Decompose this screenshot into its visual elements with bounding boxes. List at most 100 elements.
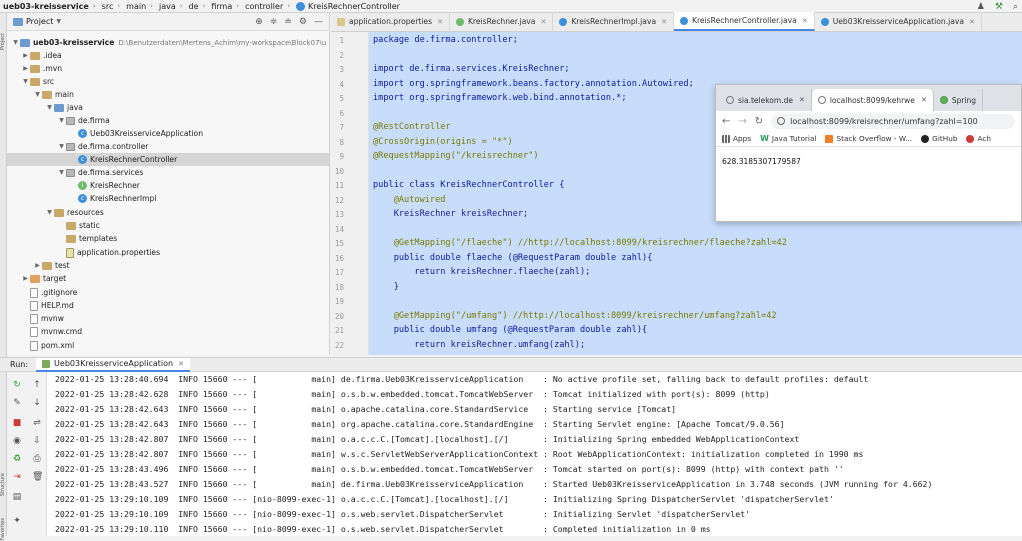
tree-item[interactable]: c KreisRechnerImpl <box>69 192 156 205</box>
breadcrumb-item[interactable]: de › <box>186 0 209 13</box>
code-line[interactable]: import org.springframework.web.bind.anno… <box>373 93 627 103</box>
code-line[interactable]: @GetMapping("/umfang") //http://localhos… <box>373 311 777 321</box>
tree-item[interactable]: ▼ java <box>45 101 83 114</box>
close-icon[interactable]: ✕ <box>799 96 805 104</box>
tree-item[interactable]: ▼ resources <box>45 206 104 219</box>
close-icon[interactable]: ✕ <box>802 17 808 25</box>
tree-item[interactable]: .gitignore <box>21 286 77 299</box>
project-panel-title[interactable]: Project <box>26 17 53 26</box>
browser-tab-active[interactable]: localhost:8099/kehrwe ✕ <box>811 89 934 111</box>
tree-item[interactable]: ▶ .mvn <box>21 62 62 75</box>
tree-item[interactable]: ▶ .idea <box>21 49 61 62</box>
code-line[interactable]: @GetMapping("/flaeche") //http://localho… <box>373 238 787 248</box>
chevron-down-icon[interactable]: ▼ <box>33 91 42 98</box>
tree-item[interactable]: ▼ src <box>21 75 54 88</box>
breadcrumb-item[interactable]: controller › <box>242 0 293 13</box>
tree-item[interactable]: ▼ de.firma <box>57 114 110 127</box>
structure-tool-label[interactable]: Structure <box>0 473 7 496</box>
address-bar[interactable]: localhost:8099/kreisrechner/umfang?zahl=… <box>771 113 1015 129</box>
rerun-icon[interactable]: ↻ <box>12 380 22 390</box>
chevron-right-icon[interactable]: ▶ <box>33 262 42 269</box>
tab-kreisrechnerimpl[interactable]: KreisRechnerImpl.java ✕ <box>553 12 674 31</box>
tab-application-properties[interactable]: application.properties ✕ <box>331 12 450 31</box>
code-line[interactable]: import de.firma.services.KreisRechner; <box>373 64 570 74</box>
close-icon[interactable]: ✕ <box>437 18 443 26</box>
tree-item[interactable]: i KreisRechner <box>69 179 140 192</box>
arrow-up-icon[interactable]: ↑ <box>32 380 42 390</box>
camera-icon[interactable]: ◉ <box>12 436 22 446</box>
project-tool-label[interactable]: Project <box>0 33 7 50</box>
tree-item[interactable]: ▶ test <box>33 259 69 272</box>
tab-kreisrechner[interactable]: KreisRechner.java ✕ <box>450 12 554 31</box>
locate-icon[interactable]: ⊕ <box>255 17 263 27</box>
code-line[interactable]: @Autowired <box>373 195 446 205</box>
code-line[interactable]: @RequestMapping("/kreisrechner") <box>373 151 539 161</box>
expand-icon[interactable]: ≑ <box>270 17 278 27</box>
browser-tab[interactable]: sia.telekom.de ✕ <box>720 89 812 111</box>
close-icon[interactable]: ✕ <box>969 18 975 26</box>
gear-icon[interactable]: ⚙ <box>299 17 307 27</box>
minimize-icon[interactable]: — <box>314 17 323 27</box>
code-line[interactable]: public class KreisRechnerController { <box>373 180 564 190</box>
build-hammer-icon[interactable]: ⚒ <box>995 2 1003 12</box>
back-icon[interactable]: ← <box>722 116 730 127</box>
bookmark-apps[interactable]: Apps <box>722 134 751 143</box>
chevron-down-icon[interactable]: ▼ <box>56 18 61 25</box>
tree-item[interactable]: application.properties <box>57 246 160 259</box>
breadcrumb-item[interactable]: main › <box>123 0 156 13</box>
favorites-tool-label[interactable]: Favorites <box>0 518 7 541</box>
trash-icon[interactable]: 🗑 <box>32 472 43 482</box>
chevron-right-icon[interactable]: ▶ <box>21 275 30 282</box>
close-icon[interactable]: ✕ <box>661 18 667 26</box>
breadcrumb-item[interactable]: src › <box>99 0 124 13</box>
address-text[interactable]: localhost:8099/kreisrechner/umfang?zahl=… <box>790 117 978 126</box>
chevron-right-icon[interactable]: ▶ <box>21 65 30 72</box>
tree-item[interactable]: mvnw.cmd <box>21 325 82 338</box>
pin-icon[interactable]: ✦ <box>12 516 22 526</box>
close-icon[interactable]: ✕ <box>540 18 546 26</box>
tree-item[interactable]: HELP.md <box>21 299 74 312</box>
tab-ueb03application[interactable]: Ueb03KreisserviceApplication.java ✕ <box>815 12 982 31</box>
chevron-down-icon[interactable]: ▼ <box>21 78 30 85</box>
code-line[interactable]: } <box>373 282 399 292</box>
code-line[interactable]: @RestController <box>373 122 451 132</box>
chevron-down-icon[interactable]: ▼ <box>11 39 20 46</box>
bookmark-ach[interactable]: Ach <box>966 134 991 143</box>
tree-item[interactable]: templates <box>57 232 117 245</box>
code-line[interactable]: public double umfang (@RequestParam doub… <box>373 325 648 335</box>
bookmark-stack-overflow[interactable]: Stack Overflow - W... <box>825 134 912 143</box>
chevron-down-icon[interactable]: ▼ <box>57 143 66 150</box>
breadcrumb-item[interactable]: ueb03-kreisservice › <box>0 0 99 13</box>
tree-item[interactable]: c Ueb03KreisserviceApplication <box>69 127 203 140</box>
layout-icon[interactable]: ▤ <box>12 492 22 502</box>
tab-kreisrechnercontroller[interactable]: KreisRechnerController.java ✕ <box>673 12 815 31</box>
code-line[interactable]: import org.springframework.beans.factory… <box>373 79 694 89</box>
breadcrumb-item[interactable]: java › <box>156 0 186 13</box>
browser-tab[interactable]: Spring <box>934 89 984 111</box>
soft-wrap-icon[interactable]: ⇌ <box>32 418 42 428</box>
breadcrumb-item[interactable]: KreisRechnerController <box>293 0 403 13</box>
breadcrumb-item[interactable]: firma › <box>208 0 242 13</box>
tree-item-root[interactable]: ▼ ueb03-kreisservice D:\Benutzerdaten\Me… <box>11 36 326 49</box>
scroll-to-end-icon[interactable]: ⇩ <box>32 436 42 446</box>
tree-item[interactable]: ▶ target <box>21 272 66 285</box>
code-line[interactable]: return kreisRechner.flaeche(zahl); <box>373 267 590 277</box>
code-line[interactable]: package de.firma.controller; <box>373 35 518 45</box>
run-tab[interactable]: Ueb03KreisserviceApplication ✕ <box>36 357 190 372</box>
tree-item[interactable]: pom.xml <box>21 339 74 352</box>
tree-item[interactable]: ▼ de.firma.services <box>57 166 143 179</box>
chevron-down-icon[interactable]: ▼ <box>57 117 66 124</box>
tree-item[interactable]: static <box>57 219 100 232</box>
exit-icon[interactable]: ⇥ <box>12 472 22 482</box>
user-icon[interactable]: ♟ <box>977 2 985 12</box>
reload-icon[interactable]: ↻ <box>755 116 763 127</box>
close-icon[interactable]: ✕ <box>178 360 184 368</box>
arrow-down-icon[interactable]: ↓ <box>32 398 42 408</box>
bookmark-java-tutorial[interactable]: W Java Tutorial <box>760 134 816 143</box>
console-output[interactable]: 2022-01-25 13:28:40.694 INFO 15660 --- [… <box>47 372 1022 536</box>
close-icon[interactable]: ✕ <box>921 96 927 104</box>
forward-icon[interactable]: → <box>738 116 746 127</box>
info-icon[interactable] <box>777 117 786 125</box>
search-icon[interactable]: ⌕ <box>1013 2 1018 12</box>
chevron-right-icon[interactable]: ▶ <box>21 52 30 59</box>
